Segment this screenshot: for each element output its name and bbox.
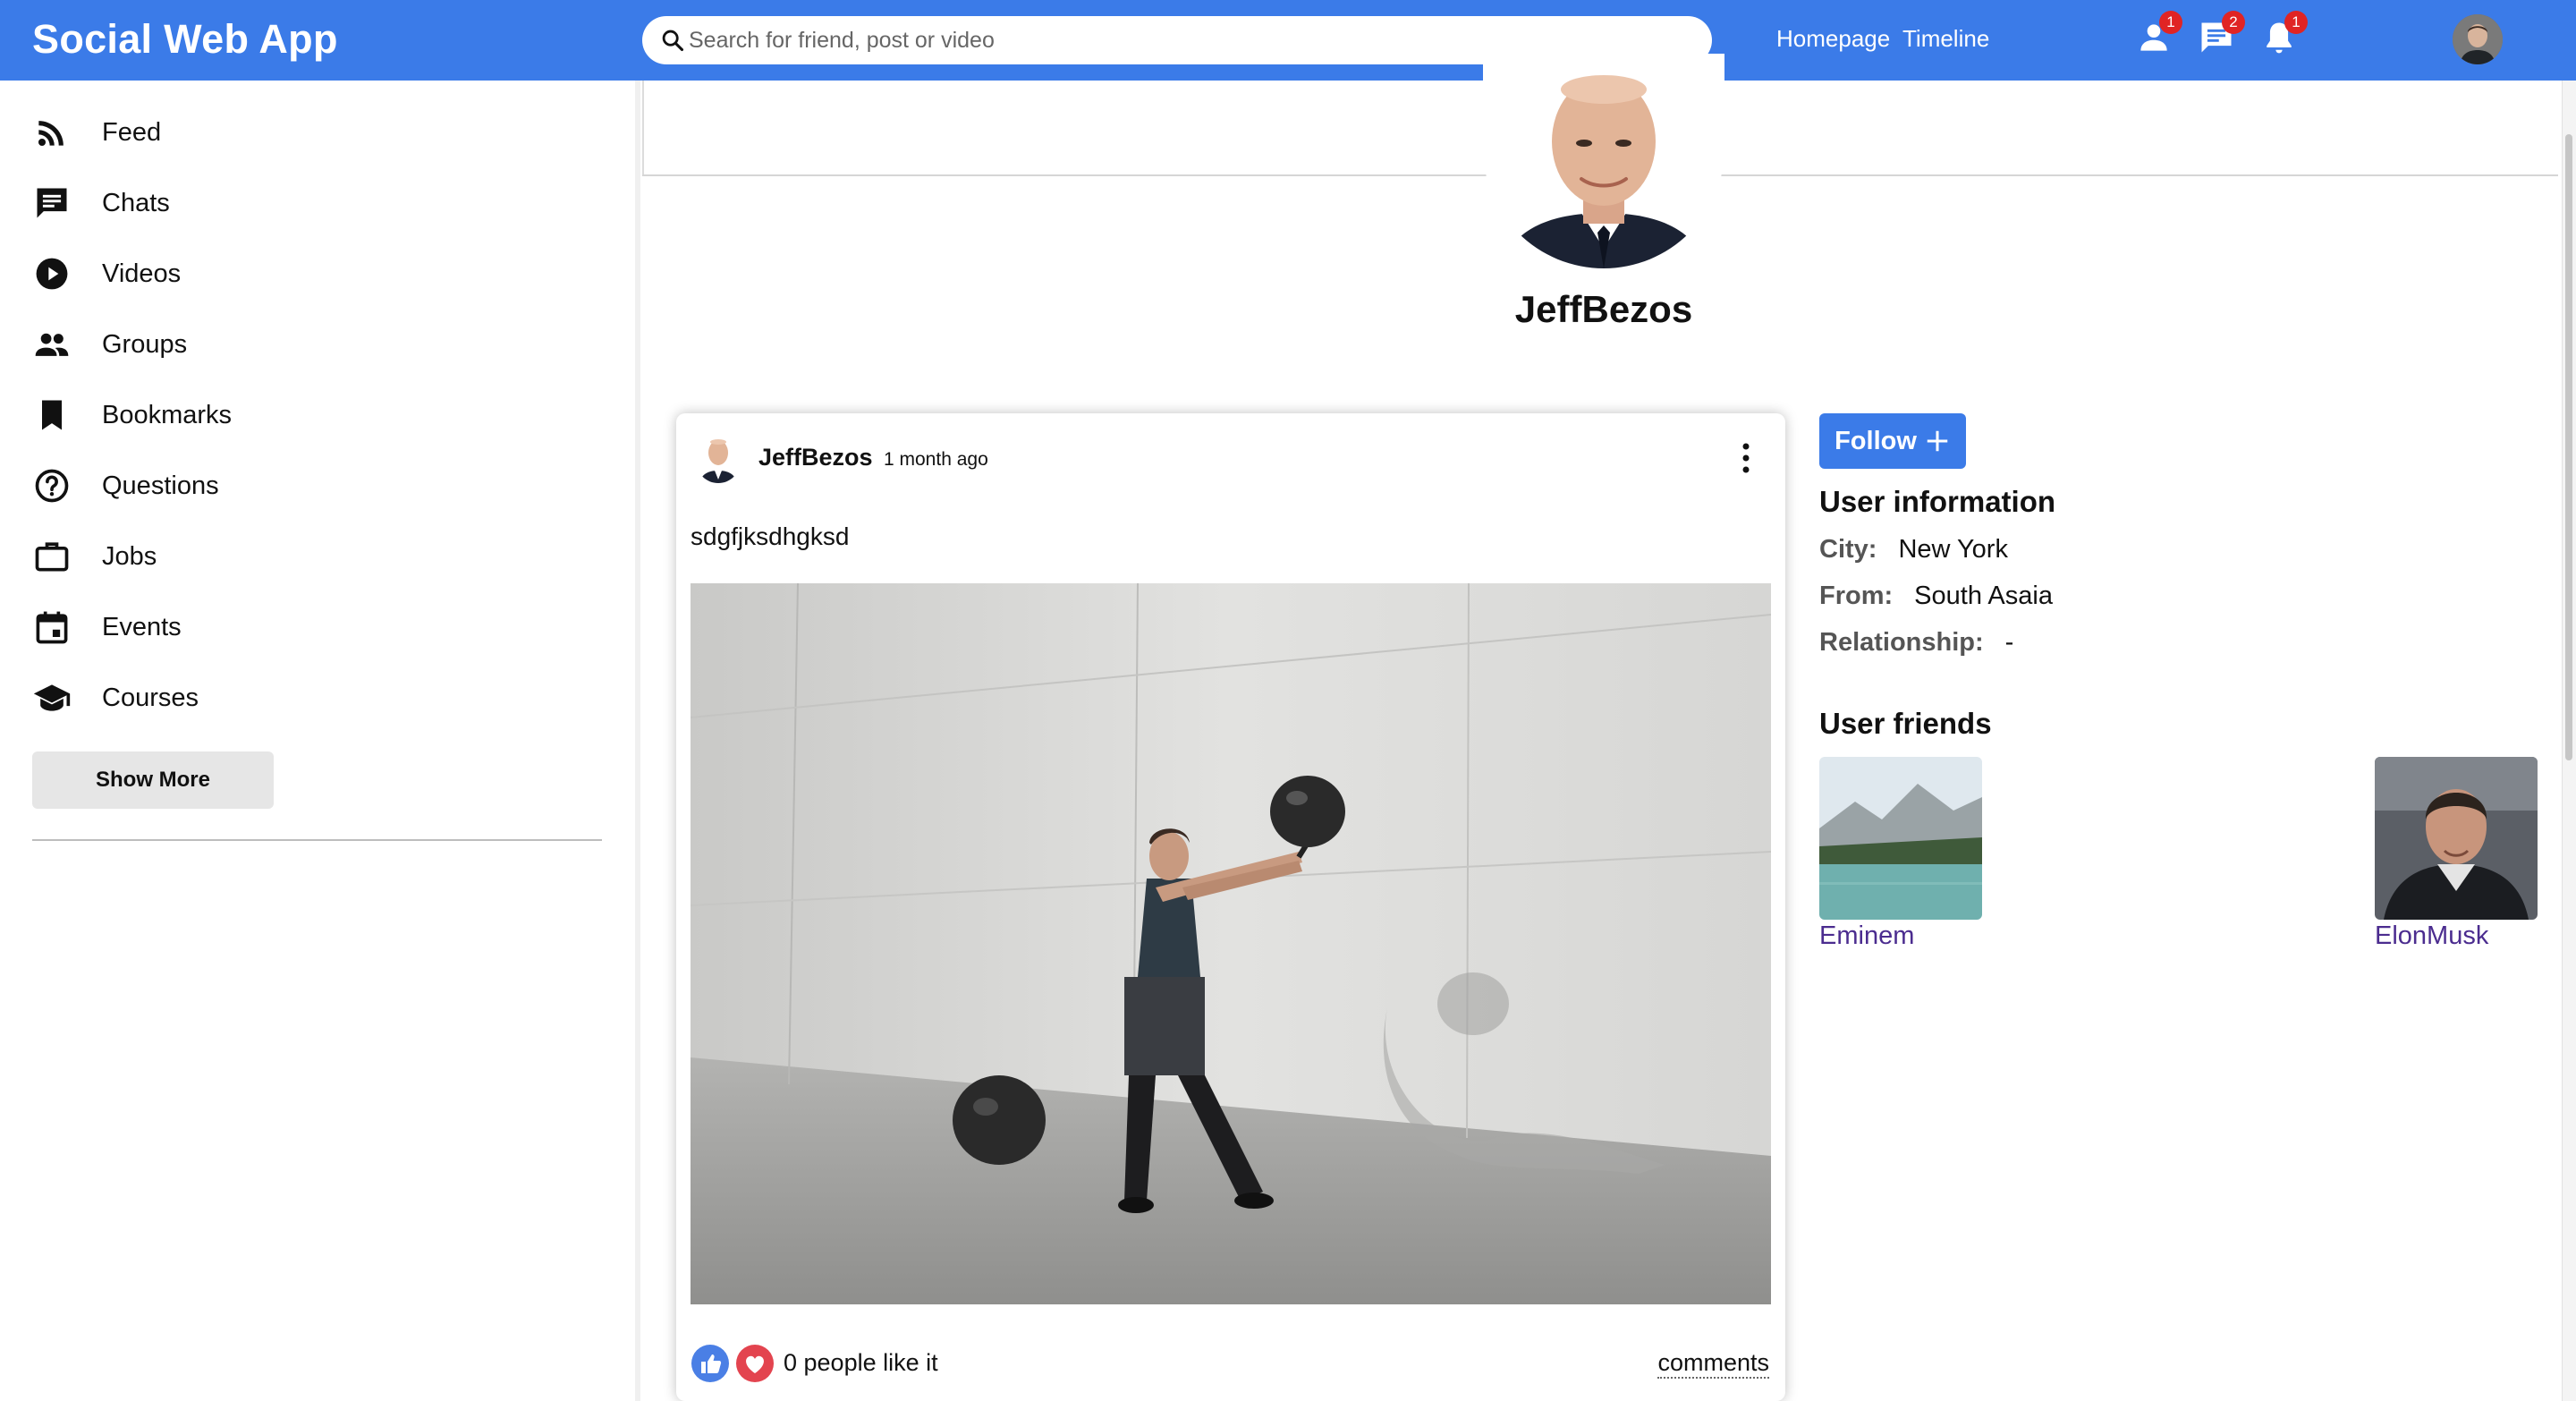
friend-card[interactable]: ElonMusk bbox=[2375, 757, 2538, 951]
sidebar-item-questions[interactable]: Questions bbox=[32, 461, 605, 511]
sidebar-border bbox=[635, 81, 640, 1401]
sidebar-item-label: Jobs bbox=[102, 541, 157, 571]
info-from: From: South Asaia bbox=[1819, 582, 2053, 611]
info-relationship: Relationship: - bbox=[1819, 628, 2013, 658]
sidebar-item-bookmarks[interactable]: Bookmarks bbox=[32, 390, 605, 440]
follow-button-label: Follow bbox=[1835, 426, 1917, 455]
more-vert-icon[interactable] bbox=[1735, 438, 1757, 478]
post-timestamp: 1 month ago bbox=[884, 449, 988, 470]
post-author-avatar[interactable] bbox=[696, 433, 741, 483]
friend-avatar[interactable] bbox=[1819, 757, 1982, 920]
sidebar-item-feed[interactable]: Feed bbox=[32, 107, 605, 157]
friend-photo bbox=[2375, 757, 2538, 920]
user-friends-title: User friends bbox=[1819, 707, 1992, 740]
scrollbar-thumb[interactable] bbox=[2565, 134, 2572, 760]
info-city: City: New York bbox=[1819, 535, 2008, 565]
post-author-name[interactable]: JeffBezos bbox=[758, 444, 873, 471]
sidebar-item-groups[interactable]: Groups bbox=[32, 319, 605, 369]
friend-card[interactable]: Eminem bbox=[1819, 757, 1982, 951]
info-city-label: City: bbox=[1819, 535, 1877, 564]
sidebar-item-events[interactable]: Events bbox=[32, 602, 605, 652]
bookmark-icon bbox=[42, 400, 62, 430]
info-from-label: From: bbox=[1819, 582, 1894, 610]
app-logo[interactable]: Social Web App bbox=[32, 16, 338, 63]
play-circle-icon bbox=[36, 258, 68, 290]
profile-username: JeffBezos bbox=[1514, 288, 1693, 330]
info-relationship-label: Relationship: bbox=[1819, 628, 1984, 657]
cover-border bbox=[642, 81, 644, 175]
briefcase-icon bbox=[35, 542, 69, 572]
sidebar-item-label: Chats bbox=[102, 188, 170, 217]
thumbs-up-icon[interactable] bbox=[691, 1344, 730, 1383]
profile-image bbox=[1483, 54, 1724, 268]
friend-requests-badge: 1 bbox=[2159, 11, 2182, 34]
sidebar-item-chats[interactable]: Chats bbox=[32, 178, 605, 228]
info-from-value: South Asaia bbox=[1914, 582, 2053, 610]
school-icon bbox=[33, 684, 71, 711]
follow-button[interactable]: Follow bbox=[1819, 413, 1966, 469]
show-more-button[interactable]: Show More bbox=[32, 751, 274, 809]
timeline-link[interactable]: Timeline bbox=[1902, 25, 1989, 53]
sidebar-item-label: Bookmarks bbox=[102, 400, 233, 429]
post-photo bbox=[691, 583, 1771, 1304]
sidebar-item-label: Questions bbox=[102, 471, 219, 500]
homepage-link[interactable]: Homepage bbox=[1776, 25, 1890, 53]
profile-picture bbox=[1483, 54, 1724, 268]
group-icon bbox=[35, 333, 69, 356]
friend-avatar[interactable] bbox=[2375, 757, 2538, 920]
sidebar-item-label: Videos bbox=[102, 259, 182, 288]
user-avatar[interactable] bbox=[2453, 14, 2503, 64]
avatar-image bbox=[2453, 14, 2503, 64]
post-image[interactable] bbox=[691, 583, 1771, 1304]
notifications-button[interactable]: 1 bbox=[2259, 11, 2308, 57]
search-icon bbox=[662, 30, 684, 52]
like-count: 0 people like it bbox=[784, 1349, 938, 1376]
top-bar: Social Web App Homepage Timeline 1 2 1 bbox=[0, 0, 2576, 81]
avatar-image bbox=[696, 433, 741, 483]
info-relationship-value: - bbox=[2004, 628, 2014, 657]
calendar-icon bbox=[36, 611, 68, 644]
heart-icon[interactable] bbox=[735, 1344, 775, 1383]
sidebar-item-label: Feed bbox=[102, 117, 162, 147]
sidebar-item-label: Groups bbox=[102, 329, 188, 359]
sidebar-item-courses[interactable]: Courses bbox=[32, 673, 605, 723]
sidebar-item-videos[interactable]: Videos bbox=[32, 249, 605, 299]
friend-photo bbox=[1819, 757, 1982, 920]
user-info-title: User information bbox=[1819, 485, 2056, 518]
friend-name[interactable]: Eminem bbox=[1819, 921, 1982, 951]
post-card: JeffBezos 1 month ago sdgfjksdhgksd 0 pe… bbox=[676, 413, 1785, 1401]
info-city-value: New York bbox=[1898, 535, 2008, 564]
help-circle-icon bbox=[35, 469, 69, 503]
post-text: sdgfjksdhgksd bbox=[691, 522, 850, 550]
comments-link[interactable]: comments bbox=[1657, 1349, 1769, 1379]
sidebar-divider bbox=[32, 839, 602, 841]
messages-badge: 2 bbox=[2222, 11, 2245, 34]
sidebar-item-label: Courses bbox=[102, 683, 199, 712]
sidebar-item-label: Events bbox=[102, 612, 182, 641]
rss-feed-icon bbox=[38, 121, 64, 147]
friend-name[interactable]: ElonMusk bbox=[2375, 921, 2538, 951]
friend-requests-button[interactable]: 1 bbox=[2134, 11, 2182, 57]
sidebar: Feed Chats Videos Groups Bookmarks Quest… bbox=[0, 81, 637, 1401]
notifications-badge: 1 bbox=[2284, 11, 2308, 34]
plus-icon bbox=[1927, 430, 1948, 452]
chat-icon bbox=[37, 188, 67, 218]
sidebar-item-jobs[interactable]: Jobs bbox=[32, 531, 605, 582]
messages-button[interactable]: 2 bbox=[2197, 11, 2245, 57]
